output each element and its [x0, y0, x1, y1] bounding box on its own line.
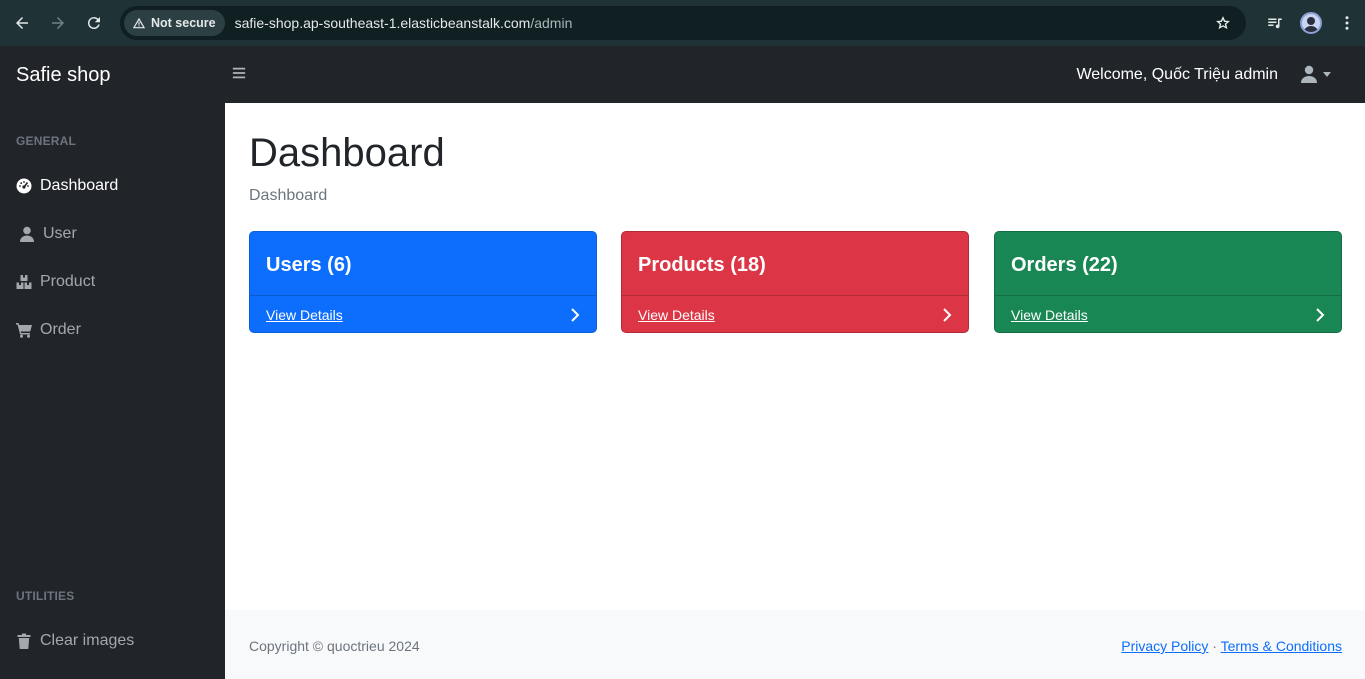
trash-icon	[17, 633, 31, 649]
forward-button[interactable]	[40, 5, 76, 41]
back-button[interactable]	[4, 5, 40, 41]
terms-link[interactable]: Terms & Conditions	[1221, 638, 1342, 654]
sidebar-item-label: Dashboard	[40, 177, 119, 194]
gauge-icon	[16, 178, 32, 194]
view-details-link[interactable]: View Details	[1011, 307, 1088, 323]
browser-menu-button[interactable]	[1329, 5, 1365, 41]
url-host: safie-shop.ap-southeast-1.elasticbeansta…	[234, 15, 531, 31]
sidebar-item-clear-images[interactable]: Clear images	[16, 629, 134, 653]
address-bar[interactable]: Not secure safie-shop.ap-southeast-1.ela…	[120, 6, 1246, 40]
sidebar-item-dashboard[interactable]: Dashboard	[16, 174, 118, 198]
breadcrumb: Dashboard	[249, 187, 328, 204]
chevron-right-icon	[571, 308, 580, 322]
card-footer[interactable]: View Details	[250, 295, 596, 332]
bookmark-star-icon[interactable]	[1214, 14, 1232, 32]
hamburger-icon	[232, 67, 246, 79]
reload-button[interactable]	[76, 5, 112, 41]
view-details-link[interactable]: View Details	[266, 307, 343, 323]
card-footer[interactable]: View Details	[622, 295, 968, 332]
sidebar-item-label: Product	[40, 273, 96, 290]
users-card: Users (6) View Details	[249, 231, 597, 333]
security-chip[interactable]: Not secure	[124, 10, 225, 36]
arrow-left-icon	[16, 17, 28, 29]
security-label: Not secure	[151, 16, 216, 30]
profile-button[interactable]	[1293, 5, 1329, 41]
page-title: Dashboard	[249, 131, 445, 175]
card-footer[interactable]: View Details	[995, 295, 1341, 332]
footer-separator: ·	[1212, 638, 1217, 654]
warning-icon	[132, 17, 146, 29]
view-details-link[interactable]: View Details	[638, 307, 715, 323]
welcome-text: Welcome, Quốc Triệu admin	[1076, 66, 1278, 83]
brand-link[interactable]: Safie shop	[16, 64, 111, 87]
card-title: Users (6)	[266, 254, 352, 276]
browser-toolbar: Not secure safie-shop.ap-southeast-1.ela…	[0, 0, 1365, 46]
more-vertical-icon	[1345, 16, 1349, 30]
sidebar-item-order[interactable]: Order	[16, 318, 81, 342]
sidebar-item-label: Clear images	[40, 632, 135, 649]
sidebar-item-product[interactable]: Product	[16, 270, 95, 294]
footer-links: Privacy Policy · Terms & Conditions	[1121, 638, 1342, 654]
sidebar-heading-utilities: UTILITIES	[16, 589, 75, 603]
user-icon	[1301, 65, 1317, 83]
main-content: Dashboard Dashboard Users (6) View Detai…	[225, 103, 1365, 610]
privacy-policy-link[interactable]: Privacy Policy	[1121, 638, 1208, 654]
sidebar-item-label: Order	[40, 321, 81, 338]
card-title: Orders (22)	[1011, 254, 1118, 276]
url-path: /admin	[530, 15, 573, 31]
arrow-right-icon	[52, 17, 64, 29]
reload-icon	[87, 17, 100, 30]
orders-card: Orders (22) View Details	[994, 231, 1342, 333]
card-title: Products (18)	[638, 254, 766, 276]
page-footer: Copyright © quoctrieu 2024 Privacy Polic…	[225, 610, 1365, 679]
copyright-text: Copyright © quoctrieu 2024	[249, 638, 420, 654]
sidebar-toggle-button[interactable]	[232, 66, 248, 84]
sidebar-item-user[interactable]: User	[19, 222, 77, 246]
chevron-right-icon	[1316, 308, 1325, 322]
user-icon	[20, 226, 34, 242]
products-card: Products (18) View Details	[621, 231, 969, 333]
user-dropdown-toggle[interactable]	[1301, 65, 1331, 83]
profile-avatar	[1300, 12, 1322, 34]
sidebar-item-label: User	[43, 225, 77, 242]
caret-down-icon	[1323, 71, 1331, 77]
music-queue-icon	[1268, 18, 1282, 29]
boxes-icon	[16, 275, 32, 289]
sidebar-heading-general: GENERAL	[16, 134, 77, 148]
media-control-button[interactable]	[1257, 5, 1293, 41]
url-text: safie-shop.ap-southeast-1.elasticbeansta…	[235, 15, 573, 31]
sidebar: GENERAL Dashboard User Product Order UTI…	[0, 103, 225, 679]
chevron-right-icon	[943, 308, 952, 322]
cart-icon	[16, 323, 32, 338]
app-navbar: Safie shop Welcome, Quốc Triệu admin	[0, 46, 1365, 103]
